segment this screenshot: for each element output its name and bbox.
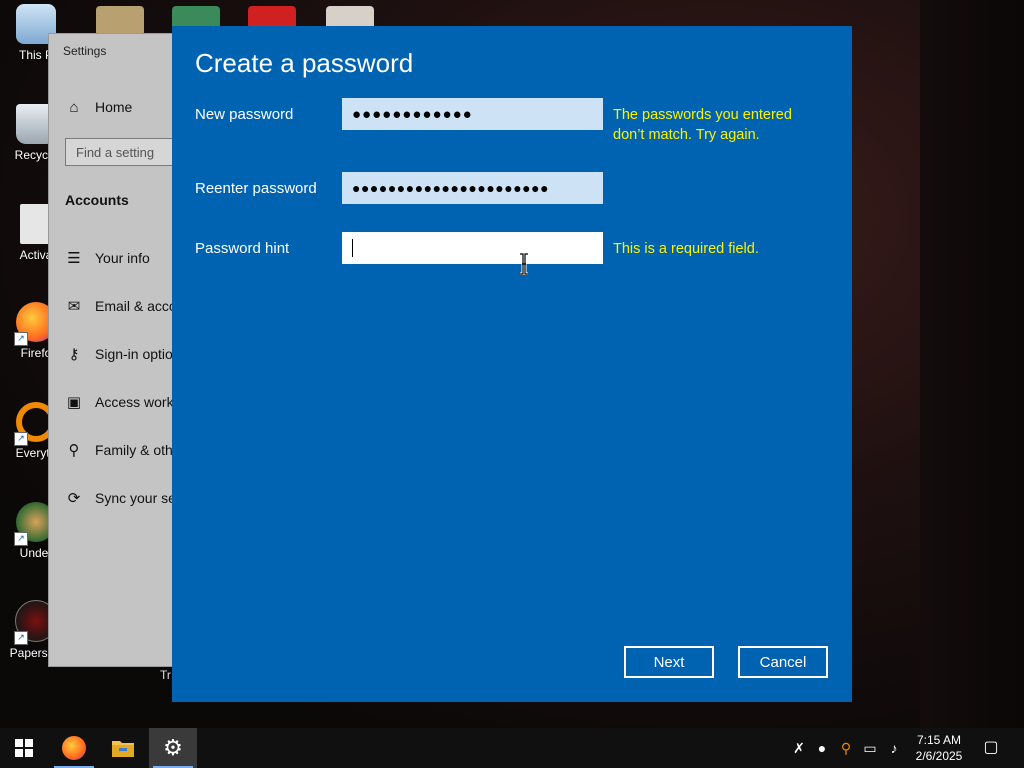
clock-date: 2/6/2025 bbox=[915, 749, 963, 763]
taskbar-settings[interactable]: ⚙ bbox=[149, 728, 197, 768]
password-mismatch-error: The passwords you entered don’t match. T… bbox=[613, 107, 792, 143]
taskbar-file-explorer[interactable] bbox=[99, 728, 147, 768]
reenter-password-label: Reenter password bbox=[195, 180, 317, 197]
notification-center-icon[interactable]: ▢ bbox=[982, 738, 1000, 758]
droplet-icon[interactable]: ● bbox=[813, 738, 831, 758]
briefcase-icon: ▣ bbox=[66, 394, 82, 411]
new-password-field[interactable]: ●●●●●●●●●●●● bbox=[342, 98, 603, 130]
new-password-label: New password bbox=[195, 106, 294, 123]
settings-nav-label: Home bbox=[95, 99, 133, 115]
next-button[interactable]: Next bbox=[624, 646, 714, 678]
start-button[interactable] bbox=[0, 728, 48, 768]
gear-icon: ⚙ bbox=[163, 735, 183, 760]
shortcut-arrow-icon: ↗ bbox=[14, 432, 28, 446]
settings-nav-your-info[interactable]: ☰ Your info bbox=[65, 246, 150, 270]
mail-icon: ✉ bbox=[67, 298, 81, 315]
settings-nav-access-work[interactable]: ▣ Access work bbox=[65, 390, 174, 414]
taskbar-firefox[interactable] bbox=[50, 728, 98, 768]
settings-section-heading: Accounts bbox=[65, 192, 129, 208]
shortcut-arrow-icon: ↗ bbox=[14, 332, 28, 346]
network-icon[interactable]: ▭ bbox=[861, 738, 879, 758]
wallpaper-edge bbox=[920, 0, 1024, 728]
password-hint-field[interactable] bbox=[342, 232, 603, 264]
network-warning-icon[interactable]: ✗ bbox=[790, 738, 808, 758]
settings-nav-label: Access work bbox=[95, 394, 174, 410]
shortcut-arrow-icon: ↗ bbox=[14, 631, 28, 645]
settings-search-input[interactable]: Find a setting bbox=[65, 138, 189, 166]
settings-nav-label: Email & acco bbox=[95, 298, 177, 314]
sync-icon: ⟳ bbox=[67, 490, 81, 507]
dialog-title: Create a password bbox=[195, 48, 414, 78]
firefox-icon bbox=[62, 736, 86, 760]
desktop-icon-label-partial: Tr bbox=[160, 668, 171, 682]
desktop-icon-label: Firefo bbox=[20, 346, 52, 360]
key-icon: ⚷ bbox=[68, 346, 80, 363]
shortcut-arrow-icon: ↗ bbox=[14, 532, 28, 546]
taskbar-clock[interactable]: 7:15 AM 2/6/2025 bbox=[906, 732, 972, 764]
person-card-icon: ☰ bbox=[67, 250, 81, 267]
volume-icon[interactable]: ♪ bbox=[885, 738, 903, 758]
password-hint-label: Password hint bbox=[195, 240, 290, 257]
reenter-password-field[interactable]: ●●●●●●●●●●●●●●●●●●●●●● bbox=[342, 172, 603, 204]
settings-nav-home[interactable]: ⌂ Home bbox=[65, 95, 132, 119]
settings-nav-label: Sync your se bbox=[95, 490, 176, 506]
desktop-app-icon[interactable] bbox=[96, 6, 144, 36]
settings-nav-email-accounts[interactable]: ✉ Email & acco bbox=[65, 294, 177, 318]
text-caret bbox=[352, 239, 353, 257]
search-tray-icon[interactable]: ⚲ bbox=[837, 738, 855, 758]
settings-title: Settings bbox=[63, 44, 107, 58]
person-add-icon: ⚲ bbox=[68, 442, 80, 459]
ibeam-cursor-icon bbox=[520, 253, 528, 275]
cancel-button[interactable]: Cancel bbox=[738, 646, 828, 678]
clock-time: 7:15 AM bbox=[916, 733, 962, 747]
windows-logo-icon bbox=[15, 739, 33, 757]
settings-window: Settings ⌂ Home Find a setting Accounts … bbox=[48, 33, 190, 667]
settings-nav-label: Sign-in optio bbox=[95, 346, 173, 362]
taskbar: ⚙ ✗ ● ⚲ ▭ ♪ 7:15 AM 2/6/2025 ▢ bbox=[0, 728, 1024, 768]
required-field-error: This is a required field. bbox=[613, 241, 759, 257]
settings-nav-label: Your info bbox=[95, 250, 150, 266]
create-password-dialog: Create a password New password ●●●●●●●●●… bbox=[172, 26, 852, 702]
home-icon: ⌂ bbox=[69, 98, 79, 116]
settings-nav-sign-in-options[interactable]: ⚷ Sign-in optio bbox=[65, 342, 173, 366]
folder-icon bbox=[112, 741, 134, 757]
settings-nav-family[interactable]: ⚲ Family & oth bbox=[65, 438, 173, 462]
settings-nav-sync[interactable]: ⟳ Sync your se bbox=[65, 486, 176, 510]
settings-nav-label: Family & oth bbox=[95, 442, 173, 458]
